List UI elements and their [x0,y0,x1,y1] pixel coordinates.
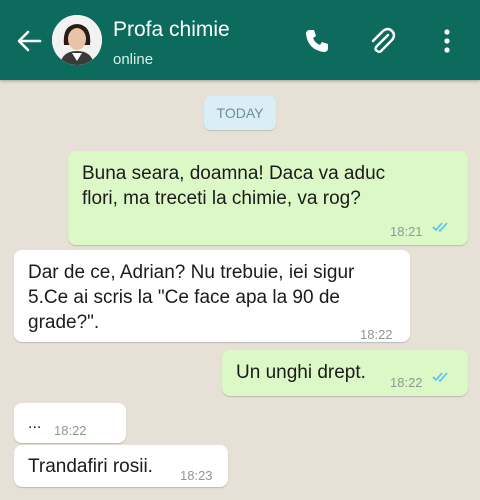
message-time: 18:22 [390,375,423,390]
message-time: 18:23 [180,468,213,483]
contact-name[interactable]: Profa chimie [113,18,230,42]
date-separator: TODAY [204,96,276,130]
more-options-icon[interactable] [432,26,462,56]
double-check-icon [432,372,448,383]
incoming-message[interactable]: Dar de ce, Adrian? Nu trebuie, iei sigur… [14,250,410,342]
message-time: 18:22 [54,423,87,438]
message-text: Buna seara, doamna! Daca va aduc flori, … [82,163,386,209]
chat-header: Profa chimie online [0,0,480,80]
outgoing-message[interactable]: Un unghi drept. 18:22 [222,350,468,396]
message-text: ... [28,415,42,432]
back-arrow-icon[interactable] [16,28,42,54]
phone-icon[interactable] [302,26,332,56]
message-text: Un unghi drept. [236,362,366,383]
message-time: 18:21 [390,224,423,239]
message-text: Trandafiri rosii. [28,456,153,477]
message-time: 18:22 [360,327,393,342]
double-check-icon [432,222,448,233]
contact-status: online [113,51,154,68]
outgoing-message[interactable]: Buna seara, doamna! Daca va aduc flori, … [68,151,468,245]
message-text: Dar de ce, Adrian? Nu trebuie, iei sigur… [28,262,355,333]
incoming-message[interactable]: ... 18:22 [14,403,126,443]
avatar[interactable] [52,15,102,65]
incoming-message[interactable]: Trandafiri rosii. 18:23 [14,445,228,487]
paperclip-icon[interactable] [367,26,397,56]
